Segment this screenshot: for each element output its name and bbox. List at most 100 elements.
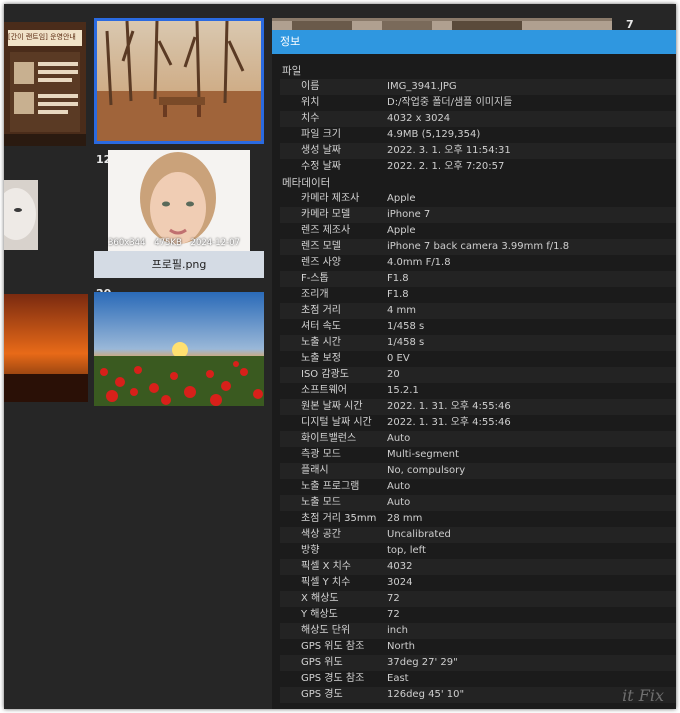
info-row-key: X 해상도 (301, 593, 339, 604)
info-row: 디지털 날짜 시간 2022. 1. 31. 오후 4:55:46 (280, 415, 676, 431)
info-row: 방향 top, left (280, 543, 676, 559)
info-row: GPS 위도 37deg 27' 29" (280, 655, 676, 671)
info-row-value: 4 mm (387, 305, 417, 316)
filename-label-bar: 프로필.png (94, 251, 264, 278)
info-row-value: top, left (387, 545, 426, 556)
poster-title: [간이 랜트임] 운영안내 (8, 33, 76, 41)
info-row-value: 2022. 2. 1. 오후 7:20:57 (387, 161, 505, 172)
flower-field-image (94, 292, 264, 406)
info-row: 이름 IMG_3941.JPG (280, 79, 676, 95)
info-row-value: Auto (387, 481, 411, 492)
info-row-value: 4032 x 3024 (387, 113, 451, 124)
info-row-value: F1.8 (387, 289, 409, 300)
info-row: 위치 D:/작업중 폴더/샘플 이미지들 (280, 95, 676, 111)
info-row-value: 4.9MB (5,129,354) (387, 129, 481, 140)
thumbnail-selected-park[interactable] (94, 18, 264, 144)
info-row: 원본 날짜 시간 2022. 1. 31. 오후 4:55:46 (280, 399, 676, 415)
image-viewer-window: [간이 랜트임] 운영안내 7 12 360x344 475KB 2024-12… (4, 4, 676, 709)
info-row-value: North (387, 641, 415, 652)
info-row-value: 2022. 1. 31. 오후 4:55:46 (387, 417, 511, 428)
info-row: GPS 경도 참조 East (280, 671, 676, 687)
info-row-value: 37deg 27' 29" (387, 657, 458, 668)
info-row: 픽셀 X 치수 4032 (280, 559, 676, 575)
thumbnail-cat[interactable] (4, 180, 38, 250)
info-row-value: Multi-segment (387, 449, 459, 460)
cat-image (4, 180, 38, 250)
info-row: 노출 모드 Auto (280, 495, 676, 511)
info-row: 초점 거리 4 mm (280, 303, 676, 319)
info-row-value: 28 mm (387, 513, 423, 524)
info-row-key: F-스톱 (301, 273, 329, 284)
info-row-value: 4.0mm F/1.8 (387, 257, 451, 268)
info-row: 화이트밸런스 Auto (280, 431, 676, 447)
info-row-key: 수정 날짜 (301, 161, 341, 172)
thumbnail-poster[interactable]: [간이 랜트임] 운영안내 (4, 22, 86, 146)
info-row-value: Apple (387, 225, 416, 236)
info-section-label: 파일 (282, 65, 302, 77)
info-row-value: 2022. 3. 1. 오후 11:54:31 (387, 145, 511, 156)
thumbnail-flower-field[interactable] (94, 292, 264, 406)
info-row-key: 렌즈 모델 (301, 241, 341, 252)
info-panel-body: 파일 이름 IMG_3941.JPG 위치 D:/작업중 폴더/샘플 이미지들 치수 403… (280, 63, 676, 703)
info-panel: 정보 파일 이름 IMG_3941.JPG 위치 D:/작업중 폴더/샘플 이미지들 치수… (272, 30, 676, 709)
info-row: F-스톱 F1.8 (280, 271, 676, 287)
thumbnail-top-partial[interactable] (272, 18, 612, 30)
info-row-value: 72 (387, 593, 400, 604)
info-section-label: 메타데이터 (282, 177, 331, 189)
info-row-value: 15.2.1 (387, 385, 419, 396)
info-row: 소프트웨어 15.2.1 (280, 383, 676, 399)
info-row-key: 측광 모드 (301, 449, 341, 460)
info-row: 노출 프로그램 Auto (280, 479, 676, 495)
info-row-value: Uncalibrated (387, 529, 451, 540)
info-row-key: Y 해상도 (301, 609, 338, 620)
info-section-header: 파일 (280, 63, 676, 79)
info-row: 픽셀 Y 치수 3024 (280, 575, 676, 591)
info-row-key: 노출 보정 (301, 353, 341, 364)
info-section-header: 메타데이터 (280, 175, 676, 191)
info-row: 렌즈 사양 4.0mm F/1.8 (280, 255, 676, 271)
hover-info-overlay[interactable]: 360x344 475KB 2024-12-07 프로필.png (94, 234, 264, 278)
hover-info-stats: 360x344 475KB 2024-12-07 (108, 238, 264, 248)
info-row-key: 해상도 단위 (301, 625, 351, 636)
info-row-key: 위치 (301, 97, 320, 108)
info-row-value: inch (387, 625, 408, 636)
info-row: 해상도 단위 inch (280, 623, 676, 639)
info-row-key: 생성 날짜 (301, 145, 341, 156)
info-row-value: iPhone 7 back camera 3.99mm f/1.8 (387, 241, 570, 252)
info-row-key: 파일 크기 (301, 129, 341, 140)
info-row: 측광 모드 Multi-segment (280, 447, 676, 463)
info-row-value: Auto (387, 497, 411, 508)
info-row-key: 화이트밸런스 (301, 433, 357, 444)
info-row-value: IMG_3941.JPG (387, 81, 457, 92)
info-row: 셔터 속도 1/458 s (280, 319, 676, 335)
park-image (97, 21, 261, 141)
info-row-value: iPhone 7 (387, 209, 431, 220)
info-row-key: 초점 거리 (301, 305, 341, 316)
info-row-value: No, compulsory (387, 465, 466, 476)
info-row-key: 렌즈 제조사 (301, 225, 351, 236)
info-row-key: 픽셀 X 치수 (301, 561, 352, 572)
info-row: 카메라 제조사 Apple (280, 191, 676, 207)
info-row-key: 노출 시간 (301, 337, 341, 348)
image-size: 475KB (154, 238, 182, 248)
info-row-value: D:/작업중 폴더/샘플 이미지들 (387, 97, 513, 108)
info-row: 조리개 F1.8 (280, 287, 676, 303)
image-date: 2024-12-07 (190, 238, 240, 248)
info-row: 수정 날짜 2022. 2. 1. 오후 7:20:57 (280, 159, 676, 175)
info-row-key: 렌즈 사양 (301, 257, 341, 268)
info-panel-title: 정보 (272, 30, 676, 54)
filename-label: 프로필.png (151, 258, 207, 271)
watermark-logo: it Fix (622, 686, 664, 705)
info-row-key: 이름 (301, 81, 320, 92)
info-row-value: 126deg 45' 10" (387, 689, 465, 700)
info-row-key: 카메라 모델 (301, 209, 351, 220)
info-row-value: Apple (387, 193, 416, 204)
info-row-value: 72 (387, 609, 400, 620)
info-row-value: Auto (387, 433, 411, 444)
info-row: 초점 거리 35mm 28 mm (280, 511, 676, 527)
info-row: X 해상도 72 (280, 591, 676, 607)
info-row-value: 20 (387, 369, 400, 380)
thumbnail-sunset-partial[interactable] (4, 294, 88, 402)
info-row: 노출 시간 1/458 s (280, 335, 676, 351)
info-row: 노출 보정 0 EV (280, 351, 676, 367)
